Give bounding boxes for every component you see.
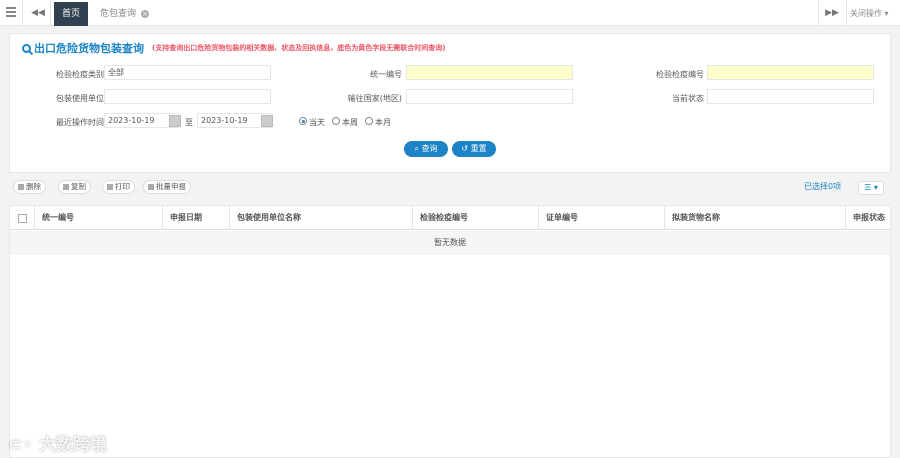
radio-week-label: 本周 [342,118,358,127]
logo-icon: ⊂◦ [8,435,40,455]
search-icon: ⌕ [414,144,422,153]
close-ops-label: 关闭操作 [850,9,882,18]
menu-icon[interactable] [6,7,16,17]
query-button[interactable]: ⌕ 查询 [404,141,448,157]
calendar-icon[interactable] [261,115,273,127]
packaging-unit-input[interactable] [104,89,271,104]
columns-toggle-button[interactable]: ☰ ▾ [858,181,884,195]
calendar-icon[interactable] [169,115,181,127]
radio-today[interactable] [299,117,307,125]
radio-month-label: 本月 [375,118,391,127]
category-label: 检验检疫类别 [56,70,104,79]
print-button[interactable]: 打印 [102,180,135,194]
page-title-text: 出口危险货物包装查询 [34,42,144,55]
col-unified-no[interactable]: 统一编号 [42,206,74,230]
reset-icon: ↺ [461,144,471,153]
select-all-checkbox[interactable] [18,214,27,223]
date-range-separator: 至 [185,118,193,127]
search-panel: 出口危险货物包装查询 (支持查询出口危险货物包装的相关数据、状态及回执信息，底色… [9,33,891,173]
category-select[interactable]: 全部 [104,65,271,80]
dest-country-label: 输往国家(地区) [347,94,402,103]
col-report-date[interactable]: 申报日期 [170,206,202,230]
batch-report-button[interactable]: 批量申报 [143,180,191,194]
scroll-right-icon[interactable]: ▶▶ [822,6,842,20]
search-icon [22,44,31,53]
tab-home-label: 首页 [61,9,80,19]
upload-icon [148,184,154,190]
col-packaging-unit[interactable]: 包装使用单位名称 [237,206,301,230]
radio-week[interactable] [332,117,340,125]
copy-button[interactable]: 复制 [58,180,91,194]
radio-month[interactable] [365,117,373,125]
watermark-text: 大数跨境 [39,435,108,455]
page-title: 出口危险货物包装查询 [22,40,144,56]
close-operations-dropdown[interactable]: 关闭操作 ▾ [850,2,900,26]
inspection-no-label: 检验检疫编号 [656,70,704,79]
recent-time-label: 最近操作时间 [56,118,104,127]
col-certificate-no[interactable]: 证单编号 [546,206,578,230]
table-header: 统一编号 申报日期 包装使用单位名称 检验检疫编号 证单编号 拟装货物名称 申报… [10,206,890,230]
tab-dangerous-pack-query[interactable]: 危包查询 × [92,2,154,26]
empty-row: 暂无数据 [10,231,890,255]
reset-button-label: 重置 [470,144,487,153]
page-subtitle: (支持查询出口危险货物包装的相关数据、状态及回执信息，底色为黄色字段无需联合时间… [152,44,446,52]
packaging-unit-label: 包装使用单位 [56,94,104,103]
dest-country-input[interactable] [406,89,573,104]
close-tab-icon[interactable]: × [140,9,149,18]
date-from-input[interactable]: 2023-10-19 [104,113,179,128]
list-icon: ☰ [864,183,872,192]
inspection-no-input[interactable] [707,65,874,80]
col-report-status[interactable]: 申报状态 [853,206,885,230]
copy-icon [63,184,69,190]
scroll-left-icon[interactable]: ◀◀ [28,6,48,20]
selected-count: 已选择0项 [804,182,842,191]
delete-label: 删除 [26,182,41,191]
reset-button[interactable]: ↺ 重置 [452,141,496,157]
print-icon [107,184,113,190]
col-inspection-no[interactable]: 检验检疫编号 [420,206,468,230]
status-select[interactable] [707,89,874,104]
top-tab-bar: ◀◀ 首页 危包查询 × ▶▶ 关闭操作 ▾ [0,0,900,26]
tab-home[interactable]: 首页 [54,2,88,26]
query-button-label: 查询 [421,144,438,153]
tab-query-label: 危包查询 [100,9,137,19]
delete-button[interactable]: 删除 [13,180,46,194]
unified-no-input[interactable] [406,65,573,80]
trash-icon [18,184,24,190]
print-label: 打印 [115,182,130,191]
radio-today-label: 当天 [309,118,325,127]
unified-no-label: 统一编号 [370,70,402,79]
copy-label: 复制 [71,182,86,191]
results-table: 统一编号 申报日期 包装使用单位名称 检验检疫编号 证单编号 拟装货物名称 申报… [9,205,891,458]
col-goods-name[interactable]: 拟装货物名称 [672,206,720,230]
watermark: ⊂◦ 大数跨境 [8,430,107,455]
batch-report-label: 批量申报 [156,182,186,191]
status-label: 当前状态 [672,94,704,103]
